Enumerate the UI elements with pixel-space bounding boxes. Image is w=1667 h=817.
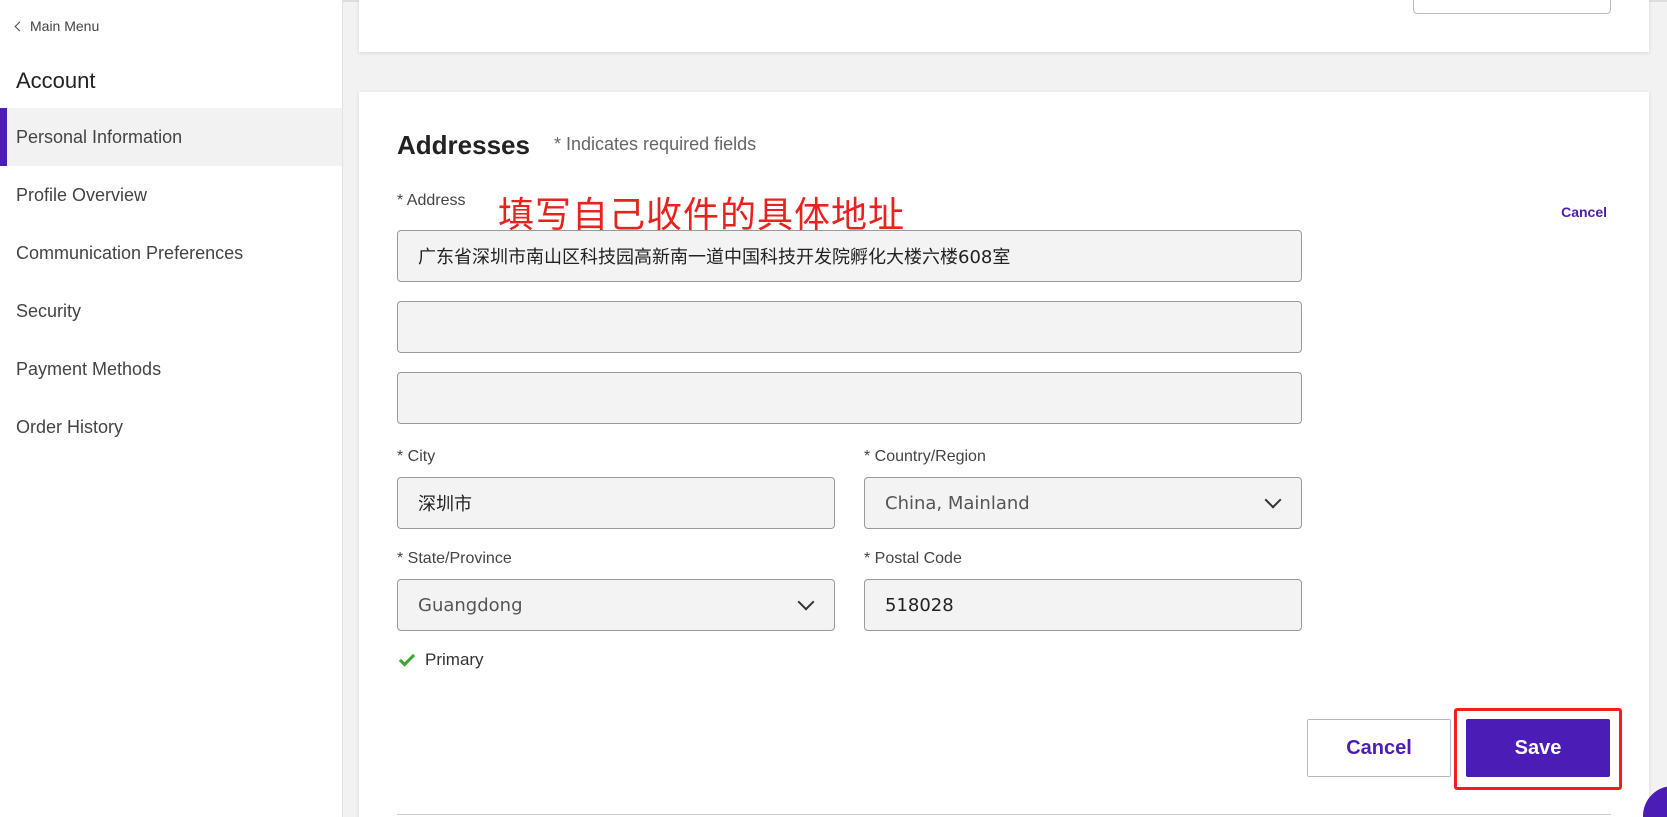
primary-indicator: Primary bbox=[397, 649, 484, 670]
sidebar-item-personal-information[interactable]: Personal Information bbox=[0, 108, 342, 166]
sidebar-item-label: Communication Preferences bbox=[16, 242, 244, 263]
address-line1-input[interactable]: 广东省深圳市南山区科技园高新南一道中国科技开发院孵化大楼六楼608室 bbox=[397, 230, 1302, 282]
main-menu-label: Main Menu bbox=[30, 18, 100, 34]
sidebar-item-payment-methods[interactable]: Payment Methods bbox=[0, 340, 342, 398]
required-fields-note: * Indicates required fields bbox=[554, 134, 757, 154]
address-label: * Address bbox=[397, 192, 466, 209]
cancel-button[interactable]: Cancel bbox=[1307, 719, 1451, 777]
main-menu-link[interactable]: Main Menu bbox=[14, 18, 100, 34]
save-highlight-box bbox=[1454, 708, 1622, 790]
country-select[interactable]: China, Mainland bbox=[864, 477, 1302, 529]
state-select[interactable]: Guangdong bbox=[397, 579, 835, 631]
sidebar-item-label: Profile Overview bbox=[16, 184, 148, 205]
sidebar-item-label: Personal Information bbox=[16, 126, 183, 147]
account-sidebar: Main Menu Account Personal Information P… bbox=[0, 0, 343, 817]
country-label: * Country/Region bbox=[864, 448, 986, 465]
city-input[interactable]: 深圳市 bbox=[397, 477, 835, 529]
addresses-card: Addresses * Indicates required fields * … bbox=[359, 92, 1649, 817]
chevron-left-icon bbox=[14, 21, 25, 32]
chevron-down-icon bbox=[1264, 491, 1282, 509]
address-line2-input[interactable] bbox=[397, 301, 1302, 353]
city-label: * City bbox=[397, 448, 436, 465]
address-line3-input[interactable] bbox=[397, 372, 1302, 424]
sidebar-title: Account bbox=[16, 68, 96, 93]
postal-code-label: * Postal Code bbox=[864, 550, 962, 567]
sidebar-item-security[interactable]: Security bbox=[0, 282, 342, 340]
state-label: * State/Province bbox=[397, 550, 512, 567]
state-select-value: Guangdong bbox=[418, 594, 523, 616]
sidebar-item-label: Payment Methods bbox=[16, 358, 162, 379]
sidebar-item-label: Security bbox=[16, 300, 82, 321]
chevron-down-icon bbox=[797, 593, 815, 611]
sidebar-item-profile-overview[interactable]: Profile Overview bbox=[0, 166, 342, 224]
account-nav: Personal Information Profile Overview Co… bbox=[0, 108, 342, 456]
checkmark-icon bbox=[398, 649, 416, 667]
addresses-heading: Addresses bbox=[397, 130, 530, 160]
sidebar-item-label: Order History bbox=[16, 416, 124, 437]
sidebar-item-order-history[interactable]: Order History bbox=[0, 398, 342, 456]
country-select-value: China, Mainland bbox=[885, 492, 1030, 514]
previous-section-button[interactable] bbox=[1413, 0, 1611, 14]
previous-section-card bbox=[359, 0, 1649, 52]
cancel-edit-link[interactable]: Cancel bbox=[1561, 204, 1607, 220]
sidebar-item-communication-preferences[interactable]: Communication Preferences bbox=[0, 224, 342, 282]
primary-label: Primary bbox=[425, 650, 484, 669]
divider bbox=[397, 814, 1611, 815]
postal-code-input[interactable]: 518028 bbox=[864, 579, 1302, 631]
